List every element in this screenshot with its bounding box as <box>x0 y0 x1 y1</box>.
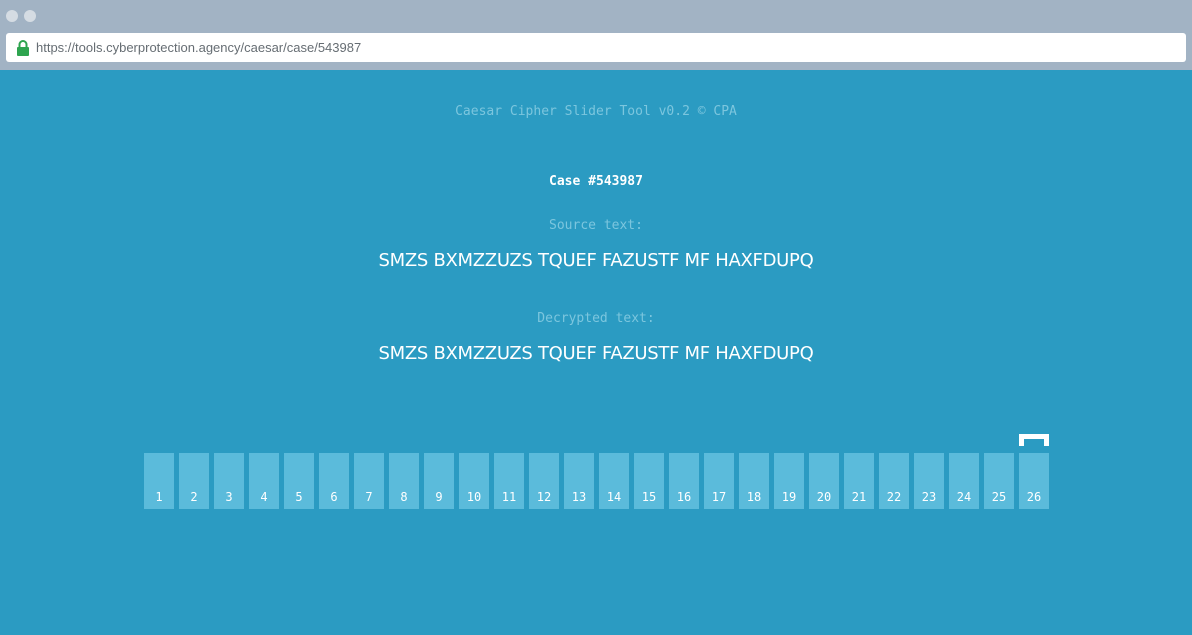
shift-option-11[interactable]: 11 <box>494 453 524 509</box>
shift-option-5[interactable]: 5 <box>284 453 314 509</box>
shift-option-1[interactable]: 1 <box>144 453 174 509</box>
shift-option-14[interactable]: 14 <box>599 453 629 509</box>
shift-option-25[interactable]: 25 <box>984 453 1014 509</box>
address-url[interactable]: https://tools.cyberprotection.agency/cae… <box>36 40 361 55</box>
decrypted-label: Decrypted text: <box>537 311 655 326</box>
shift-option-26[interactable]: 26 <box>1019 453 1049 509</box>
shift-option-9[interactable]: 9 <box>424 453 454 509</box>
shift-option-12[interactable]: 12 <box>529 453 559 509</box>
case-title: Case #543987 <box>549 174 643 189</box>
tool-title: Caesar Cipher Slider Tool v0.2 © CPA <box>455 104 737 119</box>
shift-option-2[interactable]: 2 <box>179 453 209 509</box>
shift-option-7[interactable]: 7 <box>354 453 384 509</box>
decrypted-text: SMZS BXMZZUZS TQUEF FAZUSTF MF HAXFDUPQ <box>378 343 814 364</box>
shift-option-10[interactable]: 10 <box>459 453 489 509</box>
shift-option-22[interactable]: 22 <box>879 453 909 509</box>
source-text: SMZS BXMZZUZS TQUEF FAZUSTF MF HAXFDUPQ <box>378 250 814 271</box>
slider-handle[interactable] <box>1019 434 1049 446</box>
shift-slider[interactable]: 1 2 3 4 5 6 7 8 9 10 11 12 13 14 15 16 17 18 19 20 21 22 23 24 2… <box>144 453 1049 509</box>
shift-option-4[interactable]: 4 <box>249 453 279 509</box>
shift-option-20[interactable]: 20 <box>809 453 839 509</box>
shift-option-24[interactable]: 24 <box>949 453 979 509</box>
lock-icon <box>15 39 31 57</box>
shift-option-3[interactable]: 3 <box>214 453 244 509</box>
caesar-tool: Caesar Cipher Slider Tool v0.2 © CPA Cas… <box>0 70 1192 635</box>
shift-option-8[interactable]: 8 <box>389 453 419 509</box>
source-label: Source text: <box>549 218 643 233</box>
shift-option-23[interactable]: 23 <box>914 453 944 509</box>
shift-option-15[interactable]: 15 <box>634 453 664 509</box>
shift-option-21[interactable]: 21 <box>844 453 874 509</box>
shift-option-19[interactable]: 19 <box>774 453 804 509</box>
shift-option-18[interactable]: 18 <box>739 453 769 509</box>
shift-option-6[interactable]: 6 <box>319 453 349 509</box>
shift-option-17[interactable]: 17 <box>704 453 734 509</box>
shift-option-13[interactable]: 13 <box>564 453 594 509</box>
window-minimize-dot[interactable] <box>24 10 36 22</box>
address-bar[interactable]: https://tools.cyberprotection.agency/cae… <box>6 33 1186 62</box>
shift-option-16[interactable]: 16 <box>669 453 699 509</box>
window-close-dot[interactable] <box>6 10 18 22</box>
browser-chrome: https://tools.cyberprotection.agency/cae… <box>0 0 1192 70</box>
